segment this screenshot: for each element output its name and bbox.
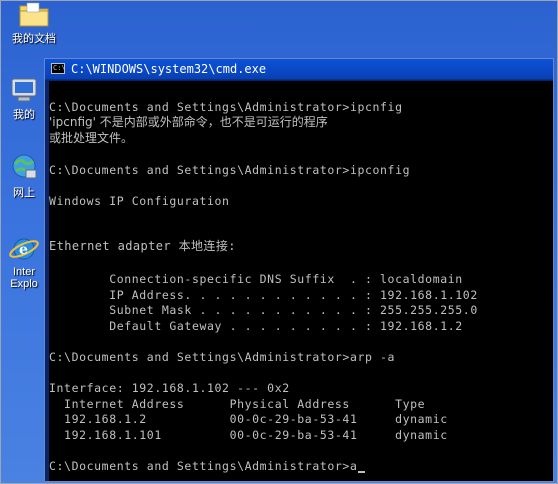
desktop-icon-label-line2: Explo — [10, 278, 38, 290]
internet-explorer-icon: e — [9, 238, 39, 260]
console-line: Interface: 192.168.1.102 --- 0x2 — [49, 381, 290, 395]
console-line: IP Address. . . . . . . . . . . . : 192.… — [49, 288, 478, 302]
console-output[interactable]: C:\Documents and Settings\Administrator>… — [49, 81, 553, 481]
console-line: Subnet Mask . . . . . . . . . . . : 255.… — [49, 303, 478, 317]
console-line: C:\Documents and Settings\Administrator>… — [49, 100, 403, 114]
desktop-icon-internet-explorer[interactable]: e Inter Explo — [4, 234, 44, 290]
console-line: 192.168.1.2 00-0c-29-ba-53-41 dynamic — [49, 412, 448, 426]
console-line: Ethernet adapter 本地连接: — [49, 239, 236, 253]
desktop-icon-network[interactable]: 网上 — [4, 152, 44, 200]
text-cursor — [358, 471, 366, 473]
console-line: Connection-specific DNS Suffix . : local… — [49, 272, 463, 286]
console-line: C:\Documents and Settings\Administrator>… — [49, 350, 396, 364]
desktop-icon-my-computer[interactable]: 我的 — [4, 76, 44, 122]
desktop-icon-label: 我的文档 — [12, 33, 56, 45]
desktop-icon-label: Inter — [12, 266, 35, 278]
svg-text:e: e — [19, 242, 28, 258]
desktop-icon-label: 我的 — [13, 109, 35, 121]
cmd-icon: C:\ — [51, 63, 66, 74]
window-titlebar[interactable]: C:\ C:\WINDOWS\system32\cmd.exe — [45, 59, 553, 80]
console-line: C:\Documents and Settings\Administrator>… — [49, 163, 411, 177]
cmd-window[interactable]: C:\ C:\WINDOWS\system32\cmd.exe C:\Docum… — [44, 58, 554, 482]
window-title: C:\WINDOWS\system32\cmd.exe — [71, 62, 267, 76]
console-line: Default Gateway . . . . . . . . . : 192.… — [49, 319, 463, 333]
desktop-icon-label: 网上 — [13, 187, 35, 199]
desktop-icon-my-documents[interactable]: 我的文档 — [4, 0, 64, 46]
console-line: 'ipcnfig' 不是内部或外部命令，也不是可运行的程序 — [49, 115, 328, 129]
console-line: 或批处理文件。 — [49, 131, 134, 145]
folder-icon — [19, 2, 49, 27]
console-prompt[interactable]: C:\Documents and Settings\Administrator>… — [49, 459, 366, 473]
console-line: C:\Documents and Settings\Administrator>… — [49, 459, 358, 473]
console-line: Internet Address Physical Address Type — [49, 397, 426, 411]
console-line: 192.168.1.101 00-0c-29-ba-53-41 dynamic — [49, 428, 448, 442]
my-computer-icon — [11, 78, 37, 102]
network-icon — [12, 154, 37, 179]
console-line: Windows IP Configuration — [49, 194, 230, 208]
